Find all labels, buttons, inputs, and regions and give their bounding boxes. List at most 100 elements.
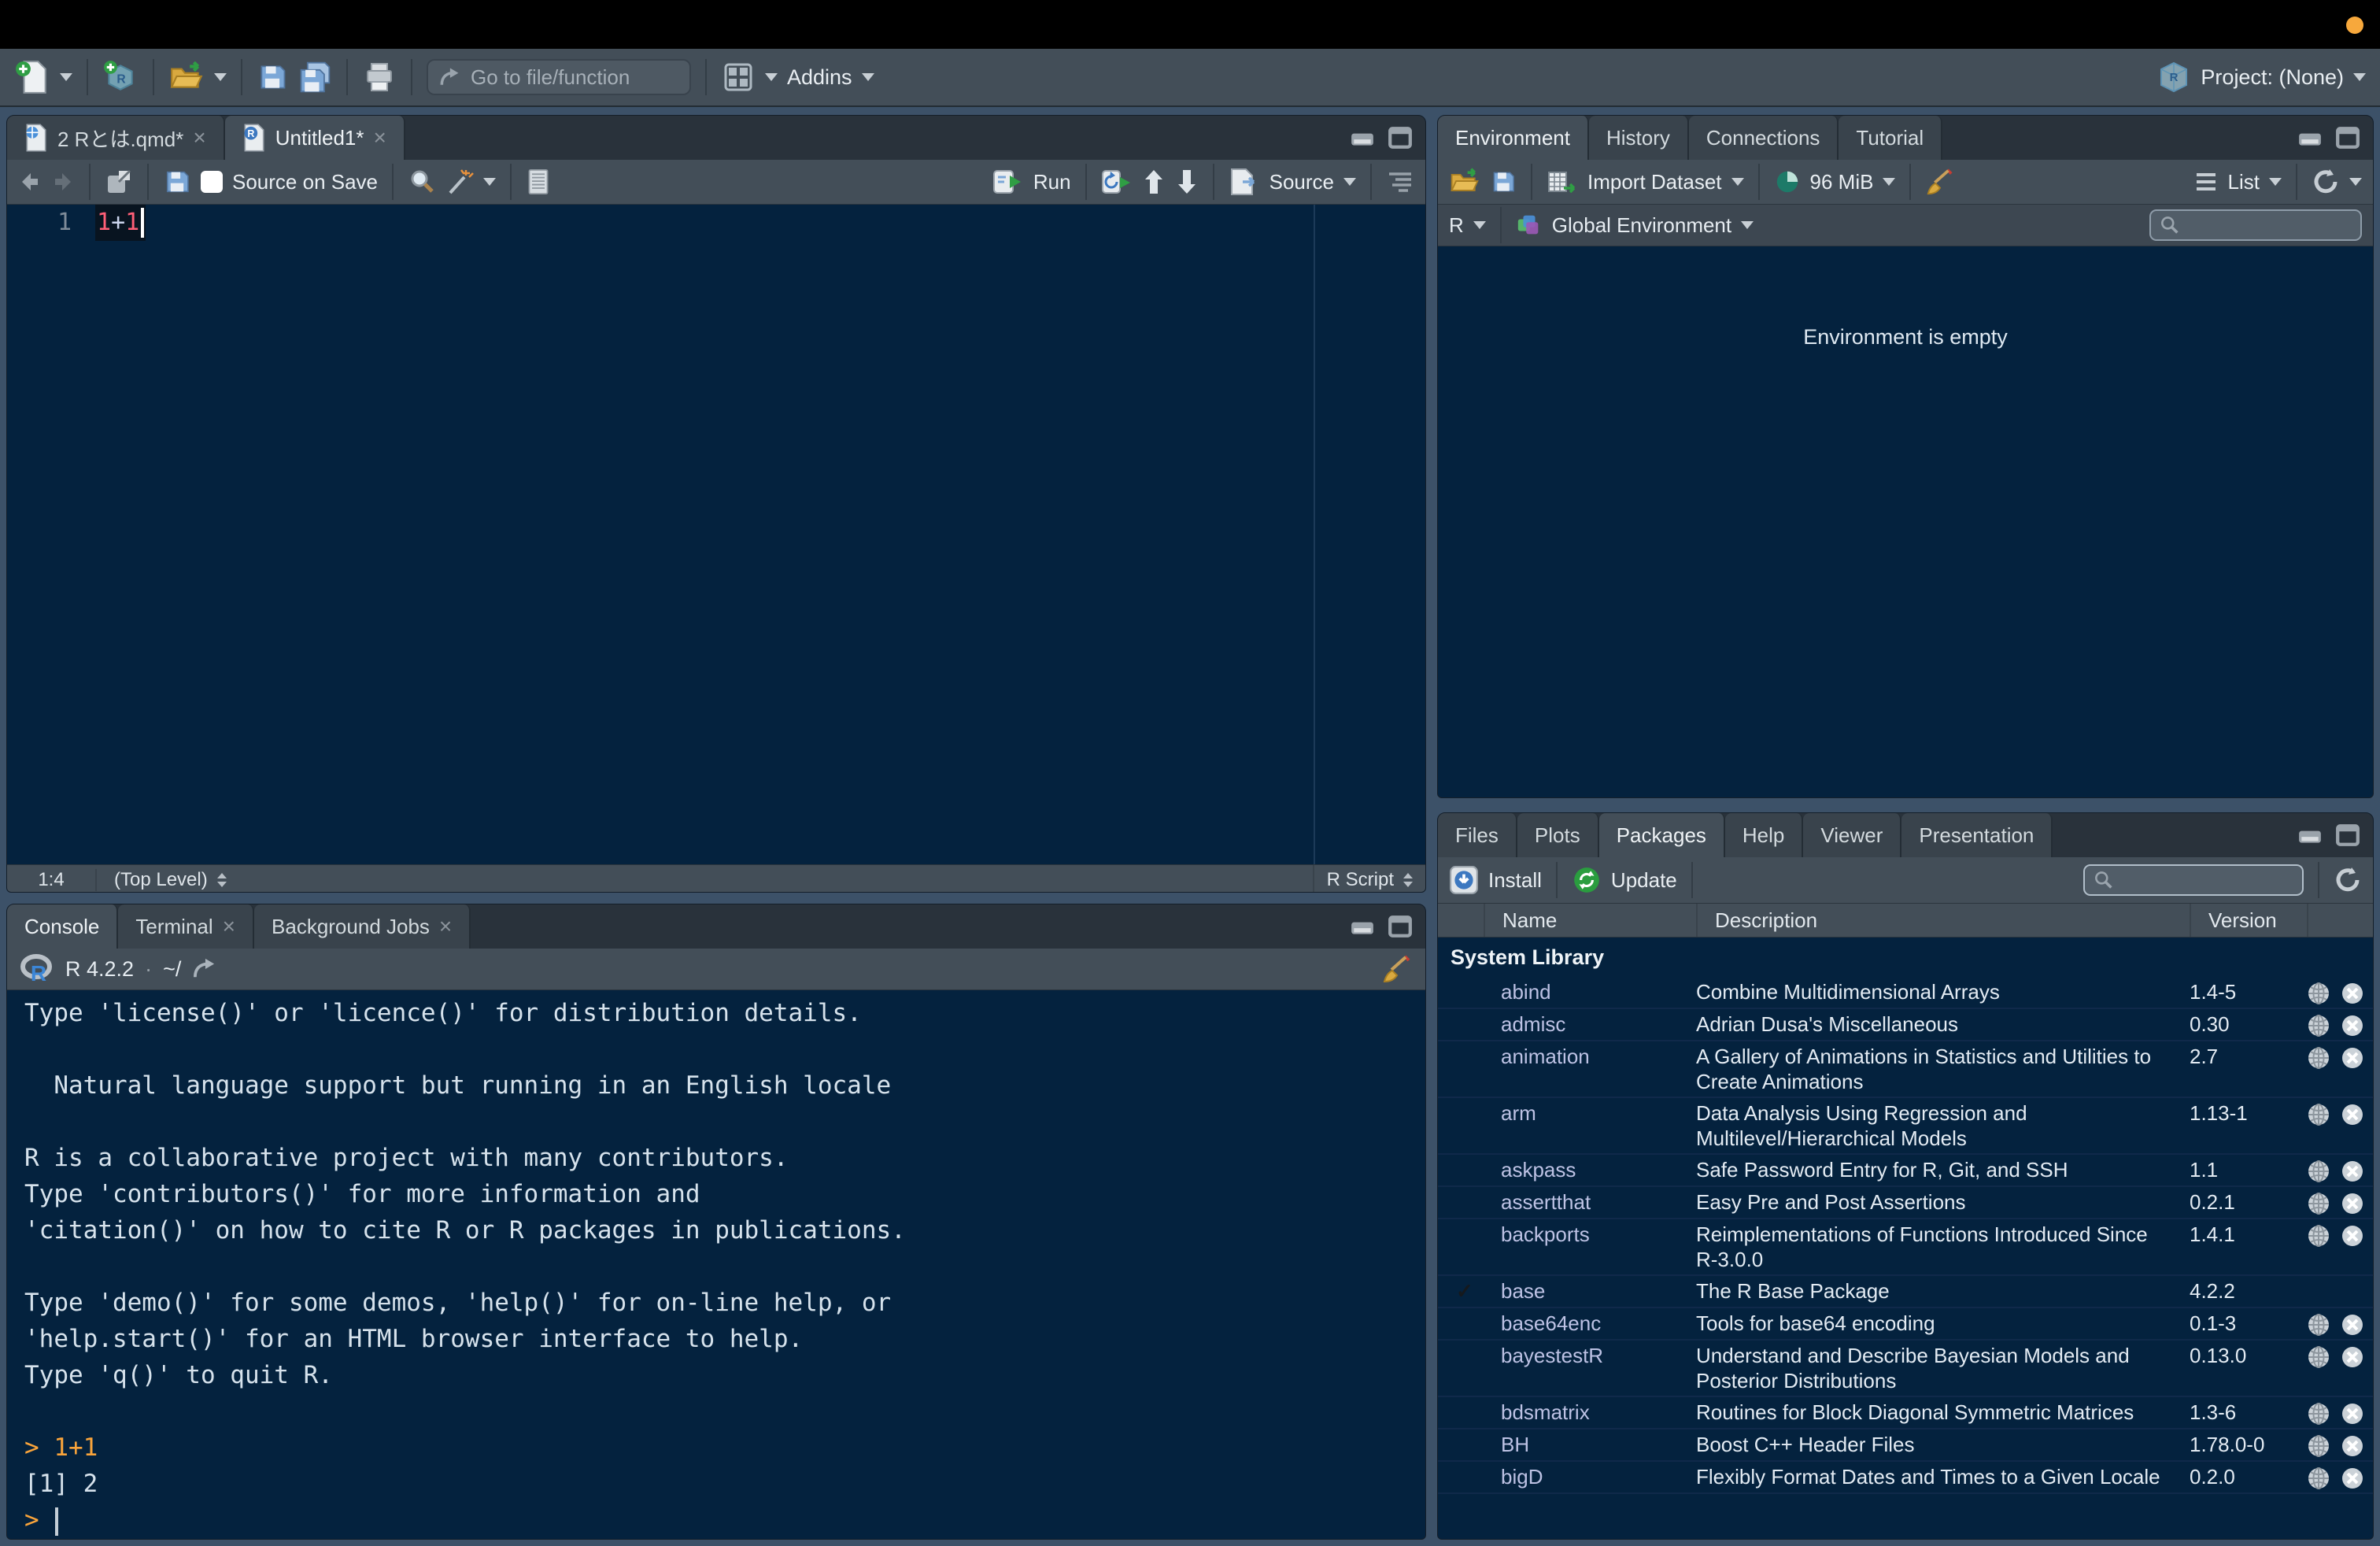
new-file-caret[interactable] xyxy=(60,73,72,81)
package-remove-icon[interactable] xyxy=(2341,1466,2373,1490)
run-previous-icon[interactable] xyxy=(1142,168,1166,195)
package-website-icon[interactable] xyxy=(2307,1345,2341,1369)
tab-tutorial[interactable]: Tutorial xyxy=(1839,116,1942,160)
minimize-traffic-light[interactable] xyxy=(2346,17,2363,34)
memory-usage-label[interactable]: 96 MiB xyxy=(1810,170,1874,194)
document-outline-icon[interactable] xyxy=(1386,169,1414,194)
maximize-pane-icon[interactable] xyxy=(1388,915,1413,938)
refresh-icon[interactable] xyxy=(2312,168,2340,196)
tab-console[interactable]: Console xyxy=(7,904,118,949)
environment-selector[interactable]: Global Environment xyxy=(1552,213,1731,238)
package-remove-icon[interactable] xyxy=(2341,1434,2373,1458)
tab-packages[interactable]: Packages xyxy=(1599,813,1725,857)
open-in-new-window-icon[interactable] xyxy=(105,168,133,196)
goto-file-search[interactable] xyxy=(427,59,691,95)
tab-help[interactable]: Help xyxy=(1725,813,1803,857)
version-column-header[interactable]: Version xyxy=(2190,904,2307,937)
package-remove-icon[interactable] xyxy=(2341,1402,2373,1426)
package-name-link[interactable]: admisc xyxy=(1484,1012,1696,1037)
package-name-link[interactable]: askpass xyxy=(1484,1157,1696,1182)
source-file-icon[interactable] xyxy=(1229,168,1260,196)
package-remove-icon[interactable] xyxy=(2341,1103,2373,1126)
save-workspace-icon[interactable] xyxy=(1490,168,1517,195)
package-website-icon[interactable] xyxy=(2307,1402,2341,1426)
install-button[interactable]: Install xyxy=(1488,868,1542,893)
package-remove-icon[interactable] xyxy=(2341,1014,2373,1037)
import-dataset-icon[interactable] xyxy=(1547,168,1578,196)
minimize-pane-icon[interactable] xyxy=(2297,127,2323,149)
working-directory[interactable]: ~/ xyxy=(163,957,181,982)
close-icon[interactable]: × xyxy=(373,127,386,149)
package-remove-icon[interactable] xyxy=(2341,1313,2373,1337)
minimize-pane-icon[interactable] xyxy=(2297,824,2323,846)
package-name-link[interactable]: animation xyxy=(1484,1044,1696,1069)
minimize-pane-icon[interactable] xyxy=(1350,915,1375,938)
update-button[interactable]: Update xyxy=(1611,868,1677,893)
compile-report-icon[interactable] xyxy=(526,168,551,196)
name-column-header[interactable]: Name xyxy=(1484,904,1696,937)
package-website-icon[interactable] xyxy=(2307,1466,2341,1490)
console-output[interactable]: Type 'license()' or 'licence()' for dist… xyxy=(7,990,1425,1538)
list-view-icon[interactable] xyxy=(2193,171,2219,193)
package-website-icon[interactable] xyxy=(2307,1313,2341,1337)
rerun-icon[interactable] xyxy=(1101,168,1133,196)
find-replace-icon[interactable] xyxy=(408,168,436,196)
package-website-icon[interactable] xyxy=(2307,1103,2341,1126)
package-remove-icon[interactable] xyxy=(2341,982,2373,1005)
package-website-icon[interactable] xyxy=(2307,982,2341,1005)
code-tools-caret[interactable] xyxy=(483,178,496,186)
package-remove-icon[interactable] xyxy=(2341,1345,2373,1369)
maximize-pane-icon[interactable] xyxy=(1388,127,1413,149)
project-menu[interactable]: R Project: (None) xyxy=(2156,60,2366,94)
source-button[interactable]: Source xyxy=(1269,170,1334,194)
close-icon[interactable]: × xyxy=(439,915,452,938)
package-name-link[interactable]: bigD xyxy=(1484,1464,1696,1489)
package-website-icon[interactable] xyxy=(2307,1160,2341,1183)
run-button[interactable]: Run xyxy=(1033,170,1071,194)
save-icon[interactable] xyxy=(163,168,191,196)
close-icon[interactable]: × xyxy=(193,127,205,149)
open-workspace-icon[interactable] xyxy=(1449,166,1480,198)
source-on-save-checkbox[interactable] xyxy=(201,171,223,193)
package-remove-icon[interactable] xyxy=(2341,1224,2373,1248)
package-name-link[interactable]: base xyxy=(1484,1278,1696,1304)
tab-environment[interactable]: Environment xyxy=(1438,116,1589,160)
package-website-icon[interactable] xyxy=(2307,1014,2341,1037)
maximize-pane-icon[interactable] xyxy=(2335,127,2360,149)
tab-files[interactable]: Files xyxy=(1438,813,1517,857)
import-dataset-button[interactable]: Import Dataset xyxy=(1587,170,1722,194)
package-name-link[interactable]: bayestestR xyxy=(1484,1343,1696,1368)
refresh-caret[interactable] xyxy=(2349,178,2362,186)
code-editor[interactable]: 1 1+1 xyxy=(7,205,1425,864)
package-remove-icon[interactable] xyxy=(2341,1046,2373,1070)
addins-button[interactable]: Addins xyxy=(787,65,852,90)
description-column-header[interactable]: Description xyxy=(1696,904,2190,937)
packages-search-box[interactable] xyxy=(2083,864,2304,896)
scope-selector[interactable]: (Top Level) xyxy=(97,869,244,891)
clear-console-broom-icon[interactable] xyxy=(1381,953,1413,985)
tab-terminal[interactable]: Terminal × xyxy=(118,904,254,949)
file-type-selector[interactable]: R Script xyxy=(1313,865,1425,893)
goto-file-input[interactable] xyxy=(469,65,680,91)
import-dataset-caret[interactable] xyxy=(1731,178,1744,186)
print-icon[interactable] xyxy=(362,60,397,94)
tab-qmd-file[interactable]: 2 Rとは.qmd* × xyxy=(7,116,225,160)
addins-caret[interactable] xyxy=(862,73,874,81)
open-file-caret[interactable] xyxy=(214,73,227,81)
run-next-icon[interactable] xyxy=(1175,168,1199,195)
pane-layout-icon[interactable] xyxy=(721,60,756,94)
package-name-link[interactable]: assertthat xyxy=(1484,1189,1696,1215)
package-website-icon[interactable] xyxy=(2307,1224,2341,1248)
update-icon[interactable] xyxy=(1572,865,1602,895)
package-name-link[interactable]: arm xyxy=(1484,1100,1696,1126)
package-website-icon[interactable] xyxy=(2307,1046,2341,1070)
close-icon[interactable]: × xyxy=(223,915,235,938)
package-remove-icon[interactable] xyxy=(2341,1192,2373,1215)
package-remove-icon[interactable] xyxy=(2341,1160,2373,1183)
clear-environment-broom-icon[interactable] xyxy=(1925,167,1955,197)
run-icon[interactable] xyxy=(992,168,1024,196)
new-project-icon[interactable]: R xyxy=(102,59,139,95)
open-file-icon[interactable] xyxy=(168,59,205,95)
install-icon[interactable] xyxy=(1449,865,1479,895)
package-name-link[interactable]: BH xyxy=(1484,1432,1696,1457)
